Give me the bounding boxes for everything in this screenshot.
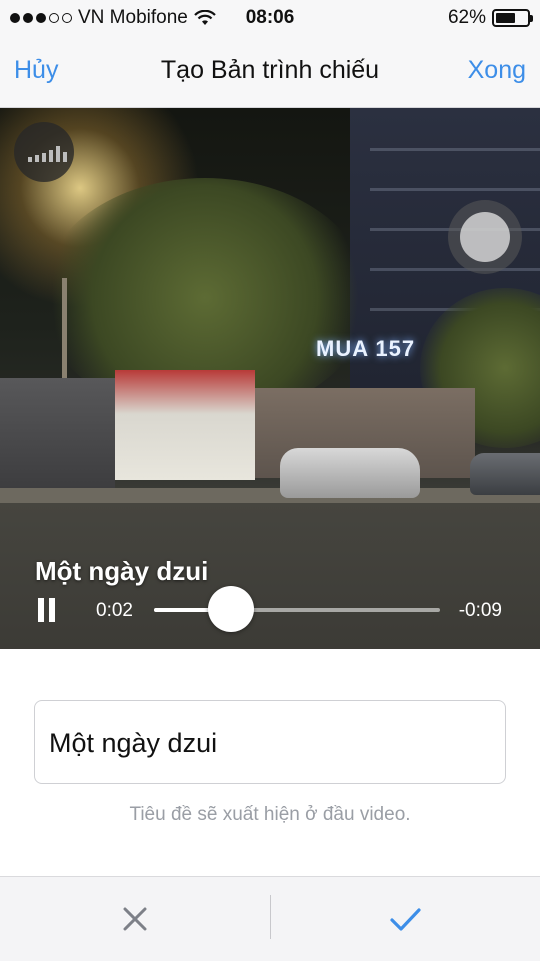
elapsed-time: 0:02 — [96, 600, 133, 621]
title-input[interactable] — [47, 701, 491, 785]
assistive-touch-icon[interactable] — [448, 200, 522, 274]
video-overlay-title: Một ngày dzui — [35, 556, 209, 586]
navigation-bar: Hủy Tạo Bản trình chiếu Xong — [0, 36, 540, 108]
battery-percent: 62% — [447, 7, 486, 28]
title-hint: Tiêu đề sẽ xuất hiện ở đầu video. — [129, 804, 411, 825]
playback-scrubber[interactable] — [154, 586, 440, 632]
scrubber-thumb[interactable] — [208, 586, 255, 632]
battery-fill — [496, 13, 515, 23]
battery-icon — [492, 9, 533, 27]
audio-levels-button[interactable] — [14, 122, 74, 182]
done-button[interactable]: Xong — [468, 56, 526, 85]
shop-sign: MUA 157 — [316, 336, 416, 361]
parked-car — [470, 453, 540, 495]
close-icon[interactable] — [105, 889, 165, 949]
shopfront-left — [0, 378, 115, 488]
parked-car — [280, 448, 420, 498]
page-title: Tạo Bản trình chiếu — [160, 56, 380, 84]
pause-icon[interactable] — [36, 598, 58, 622]
status-right: 62% — [447, 7, 533, 29]
checkmark-icon[interactable] — [375, 889, 435, 949]
title-field[interactable] — [34, 700, 506, 785]
remaining-time: -0:09 — [458, 600, 502, 621]
toolbar-divider — [270, 895, 271, 939]
video-preview[interactable]: MUA 157 Một ngày dzui 0:02 -0:09 — [0, 108, 540, 649]
audio-levels-icon — [28, 144, 67, 162]
status-bar: VN Mobifone 08:06 62% — [0, 0, 540, 36]
bottom-toolbar — [0, 876, 540, 961]
shopfront-lit — [115, 370, 255, 480]
